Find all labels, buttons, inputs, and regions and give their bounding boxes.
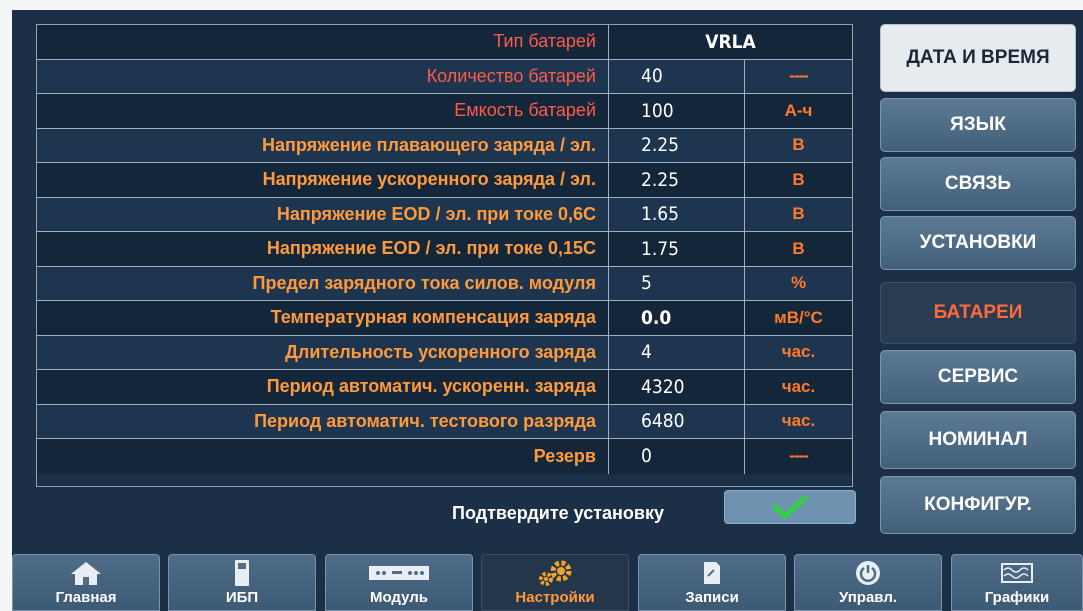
- temperature-compensation-value[interactable]: 0.0: [609, 301, 745, 335]
- float-charge-voltage-label: Напряжение плавающего заряда / эл.: [37, 128, 609, 162]
- module-icon: [368, 559, 430, 587]
- settings-gears-icon: [535, 559, 575, 587]
- nav-settings-button[interactable]: Настройки: [481, 554, 629, 611]
- boost-charge-duration-unit: час.: [781, 342, 816, 362]
- nav-settings-label: Настройки: [515, 589, 595, 606]
- battery-capacity-unit: А-ч: [784, 100, 813, 120]
- charge-current-limit-unit: %: [790, 273, 807, 293]
- table-row-boost-charge-duration: Длительность ускоренного заряда 4 час.: [37, 335, 852, 370]
- menu-settings-button[interactable]: УСТАНОВКИ: [880, 216, 1076, 270]
- boost-charge-duration-label: Длительность ускоренного заряда: [37, 335, 609, 369]
- power-control-icon: [855, 559, 881, 587]
- eod-voltage-06c-label: Напряжение EOD / эл. при токе 0,6C: [37, 197, 609, 231]
- reserve-label: Резерв: [37, 439, 609, 474]
- menu-batteries-button[interactable]: БАТАРЕИ: [880, 282, 1076, 344]
- nav-graphs-label: Графики: [984, 589, 1050, 606]
- table-row-temperature-compensation: Температурная компенсация заряда 0.0 мВ/…: [37, 301, 852, 336]
- battery-settings-table: Тип батарей VRLA Количество батарей 40 -…: [36, 24, 853, 487]
- battery-type-label: Тип батарей: [37, 25, 609, 59]
- nav-home-label: Главная: [55, 589, 117, 606]
- table-row-auto-test-discharge-period: Период автоматич. тестового разряда 6480…: [37, 404, 852, 439]
- battery-capacity-value[interactable]: 100: [609, 94, 745, 128]
- auto-test-discharge-period-value[interactable]: 6480: [609, 404, 745, 438]
- auto-boost-period-value[interactable]: 4320: [609, 370, 745, 404]
- records-icon: [702, 559, 722, 587]
- ups-icon: [232, 559, 252, 587]
- battery-count-value[interactable]: 40: [609, 59, 745, 93]
- boost-charge-voltage-unit: В: [792, 169, 805, 189]
- nav-home-button[interactable]: Главная: [12, 554, 160, 611]
- graphs-icon: [1001, 559, 1033, 587]
- auto-boost-period-label: Период автоматич. ускоренн. заряда: [37, 370, 609, 404]
- table-row-auto-boost-period: Период автоматич. ускоренн. заряда 4320 …: [37, 370, 852, 405]
- menu-config-button[interactable]: КОНФИГУР.: [880, 476, 1076, 534]
- menu-settings-label: УСТАНОВКИ: [919, 232, 1037, 253]
- menu-language-button[interactable]: ЯЗЫК: [880, 98, 1076, 152]
- checkmark-icon: [772, 495, 808, 519]
- menu-nominal-button[interactable]: НОМИНАЛ: [880, 411, 1076, 469]
- eod-voltage-06c-value[interactable]: 1.65: [609, 197, 745, 231]
- reserve-value[interactable]: 0: [609, 439, 745, 474]
- nav-records-label: Записи: [685, 589, 739, 606]
- menu-service-button[interactable]: СЕРВИС: [880, 350, 1076, 404]
- auto-test-discharge-period-unit: час.: [781, 411, 816, 431]
- menu-nominal-label: НОМИНАЛ: [928, 429, 1028, 450]
- reserve-unit: ----: [789, 446, 809, 466]
- menu-date-time-button[interactable]: ДАТА И ВРЕМЯ: [880, 24, 1076, 92]
- menu-batteries-label: БАТАРЕИ: [933, 302, 1023, 323]
- eod-voltage-015c-unit: В: [792, 238, 805, 258]
- menu-language-label: ЯЗЫК: [950, 114, 1006, 135]
- nav-module-label: Модуль: [369, 589, 429, 606]
- temperature-compensation-label: Температурная компенсация заряда: [37, 301, 609, 335]
- table-row-eod-voltage-06c: Напряжение EOD / эл. при токе 0,6C 1.65 …: [37, 197, 852, 232]
- auto-test-discharge-period-label: Период автоматич. тестового разряда: [37, 404, 609, 438]
- float-charge-voltage-unit: В: [792, 135, 805, 155]
- boost-charge-voltage-label: Напряжение ускоренного заряда / эл.: [37, 163, 609, 197]
- battery-count-unit: ----: [789, 66, 809, 86]
- menu-communication-label: СВЯЗЬ: [944, 173, 1012, 194]
- eod-voltage-06c-unit: В: [792, 204, 805, 224]
- table-row-battery-capacity: Емкость батарей 100 А-ч: [37, 94, 852, 129]
- eod-voltage-015c-value[interactable]: 1.75: [609, 232, 745, 266]
- menu-date-time-label: ДАТА И ВРЕМЯ: [906, 47, 1050, 68]
- confirm-button[interactable]: [724, 490, 856, 524]
- table-row-float-charge-voltage: Напряжение плавающего заряда / эл. 2.25 …: [37, 128, 852, 163]
- menu-config-label: КОНФИГУР.: [924, 494, 1032, 515]
- charge-current-limit-value[interactable]: 5: [609, 266, 745, 300]
- nav-graphs-button[interactable]: Графики: [951, 554, 1083, 611]
- confirm-settings-label: Подтвердите установку: [452, 503, 664, 523]
- table-row-battery-type: Тип батарей VRLA: [37, 25, 852, 60]
- battery-capacity-label: Емкость батарей: [37, 94, 609, 128]
- float-charge-voltage-value[interactable]: 2.25: [609, 128, 745, 162]
- table-row-reserve: Резерв 0 ----: [37, 439, 852, 474]
- ups-settings-screen: Тип батарей VRLA Количество батарей 40 -…: [12, 10, 1083, 611]
- menu-communication-button[interactable]: СВЯЗЬ: [880, 157, 1076, 211]
- boost-charge-duration-value[interactable]: 4: [609, 335, 745, 369]
- table-row-charge-current-limit: Предел зарядного тока силов. модуля 5 %: [37, 266, 852, 301]
- nav-ups-label: ИБП: [225, 589, 259, 606]
- charge-current-limit-label: Предел зарядного тока силов. модуля: [37, 266, 609, 300]
- nav-records-button[interactable]: Записи: [638, 554, 786, 611]
- eod-voltage-015c-label: Напряжение EOD / эл. при токе 0,15C: [37, 232, 609, 266]
- battery-type-value[interactable]: VRLA: [609, 25, 852, 59]
- table-row-battery-count: Количество батарей 40 ----: [37, 59, 852, 94]
- menu-service-label: СЕРВИС: [937, 366, 1019, 387]
- temperature-compensation-unit: мВ/°C: [774, 307, 823, 327]
- nav-control-label: Управл.: [838, 589, 898, 606]
- auto-boost-period-unit: час.: [781, 376, 816, 396]
- boost-charge-voltage-value[interactable]: 2.25: [609, 163, 745, 197]
- table-row-eod-voltage-015c: Напряжение EOD / эл. при токе 0,15C 1.75…: [37, 232, 852, 267]
- battery-count-label: Количество батарей: [37, 59, 609, 93]
- table-row-boost-charge-voltage: Напряжение ускоренного заряда / эл. 2.25…: [37, 163, 852, 198]
- nav-module-button[interactable]: Модуль: [325, 554, 473, 611]
- nav-ups-button[interactable]: ИБП: [168, 554, 316, 611]
- nav-control-button[interactable]: Управл.: [794, 554, 942, 611]
- home-icon: [69, 559, 103, 587]
- bottom-navigation: Главная ИБП Модуль Настройки Записи Упра…: [12, 548, 1083, 611]
